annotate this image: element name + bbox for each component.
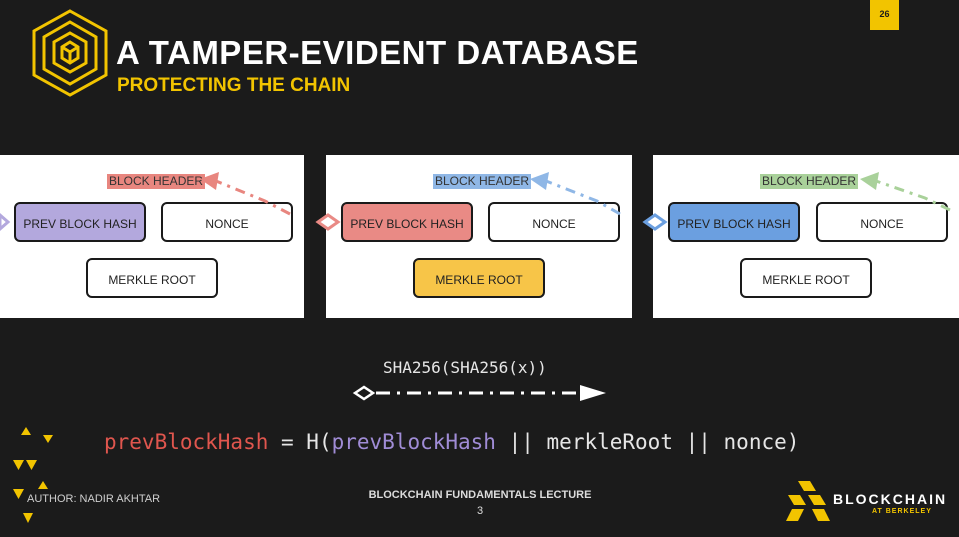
lecture-title: BLOCKCHAIN FUNDAMENTALS LECTURE	[368, 489, 592, 501]
hash-formula: prevBlockHash = H(prevBlockHash || merkl…	[104, 430, 799, 454]
blockchain-berkeley-logo-icon	[786, 481, 830, 521]
page-number-badge: 26	[870, 0, 899, 30]
slide-title: A TAMPER-EVIDENT DATABASE	[116, 34, 639, 71]
formula-lhs: prevBlockHash	[104, 430, 269, 454]
triangles-decoration-icon	[13, 427, 53, 523]
hash-link-arrows	[0, 172, 951, 231]
formula-arg-prev-hash: prevBlockHash	[331, 430, 496, 454]
org-subtitle: AT BERKELEY	[872, 508, 932, 515]
slide-subtitle: PROTECTING THE CHAIN	[117, 75, 351, 96]
formula-rest: || merkleRoot || nonce)	[495, 430, 800, 454]
merkle-root-box: MERKLE ROOT	[740, 258, 872, 298]
chain-link-diamond	[0, 213, 11, 231]
hash-function-label: SHA256(SHA256(x))	[383, 358, 547, 377]
author-label: AUTHOR: NADIR AKHTAR	[27, 493, 161, 505]
cube-logo-icon	[32, 9, 108, 97]
hash-arrow-1	[200, 172, 291, 216]
chain-link-diamond	[315, 213, 341, 231]
hash-arrow-2	[530, 172, 621, 216]
formula-equals: = H(	[268, 430, 332, 454]
merkle-root-box: MERKLE ROOT	[413, 258, 545, 298]
legend-dashdot-arrow	[352, 385, 606, 401]
chain-link-diamond	[642, 213, 668, 231]
hash-arrow-3	[860, 172, 951, 212]
merkle-root-box: MERKLE ROOT	[86, 258, 218, 298]
lecture-number: 3	[476, 505, 484, 517]
org-name: BLOCKCHAIN	[833, 491, 948, 507]
